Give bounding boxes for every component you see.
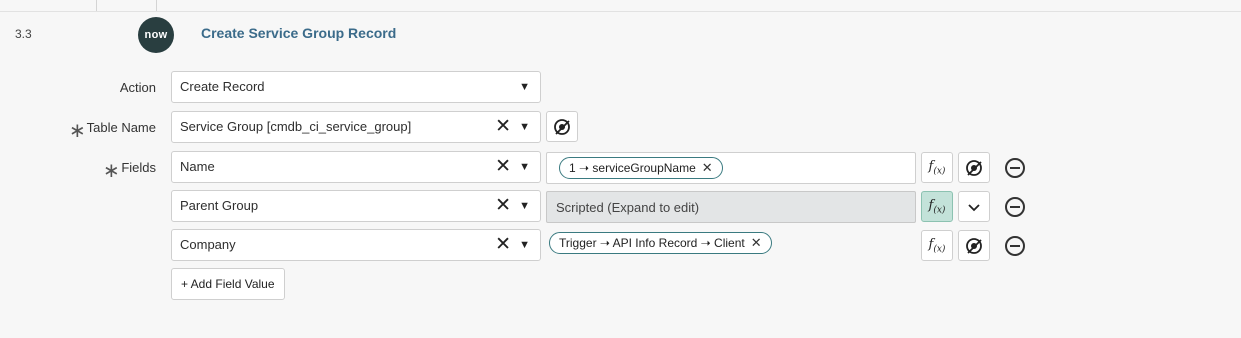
add-field-value-button[interactable]: + Add Field Value <box>171 268 285 300</box>
table-name-label: Table Name <box>86 120 156 135</box>
chevron-down-icon <box>968 203 980 211</box>
field-name-select[interactable]: Company ✕ ▼ <box>171 229 541 261</box>
remove-field-button[interactable] <box>1005 158 1025 178</box>
minus-icon <box>1010 245 1020 247</box>
dropdown-caret-icon[interactable]: ▼ <box>519 199 530 213</box>
dropdown-caret-icon[interactable]: ▼ <box>519 80 530 94</box>
field-name-value: Name <box>180 159 215 174</box>
data-pill[interactable]: 1 ➝ serviceGroupName ✕ <box>559 157 723 179</box>
remove-pill-icon[interactable]: ✕ <box>702 160 713 176</box>
action-select[interactable]: Create Record ▼ <box>171 71 541 103</box>
fx-icon: f(x) <box>928 236 946 255</box>
data-pill-label: Trigger ➝ API Info Record ➝ Client <box>559 236 745 250</box>
field-name-select[interactable]: Parent Group ✕ ▼ <box>171 190 541 222</box>
top-divider-tick <box>96 0 97 11</box>
table-name-select[interactable]: Service Group [cmdb_ci_service_group] ✕ … <box>171 111 541 143</box>
data-pill[interactable]: Trigger ➝ API Info Record ➝ Client ✕ <box>549 232 772 254</box>
remove-field-button[interactable] <box>1005 236 1025 256</box>
data-pill-label: 1 ➝ serviceGroupName <box>569 161 696 175</box>
remove-pill-icon[interactable]: ✕ <box>751 235 762 251</box>
data-pill-picker-icon <box>966 159 982 176</box>
field-name-value: Parent Group <box>180 198 259 213</box>
action-label: Action <box>119 80 156 95</box>
data-pill-picker-button[interactable] <box>546 111 578 142</box>
field-name-select[interactable]: Name ✕ ▼ <box>171 151 541 183</box>
top-divider <box>0 11 1241 12</box>
remove-field-button[interactable] <box>1005 197 1025 217</box>
field-name-value: Company <box>180 237 236 252</box>
top-divider-tick <box>156 0 157 11</box>
clear-icon[interactable]: ✕ <box>495 235 511 255</box>
script-toggle-button[interactable]: f(x) <box>921 191 953 222</box>
table-name-value: Service Group [cmdb_ci_service_group] <box>180 119 412 134</box>
data-pill-picker-icon <box>966 237 982 254</box>
script-toggle-button[interactable]: f(x) <box>921 230 953 261</box>
data-pill-picker-button[interactable] <box>958 152 990 183</box>
fx-icon: f(x) <box>928 158 946 177</box>
field-value-input[interactable]: Trigger ➝ API Info Record ➝ Client ✕ <box>546 230 916 262</box>
minus-icon <box>1010 167 1020 169</box>
step-title[interactable]: Create Service Group Record <box>201 25 396 41</box>
field-value-input[interactable]: Scripted (Expand to edit) <box>546 191 916 223</box>
clear-icon[interactable]: ✕ <box>495 117 511 137</box>
dropdown-caret-icon[interactable]: ▼ <box>519 238 530 252</box>
data-pill-picker-icon <box>554 118 570 135</box>
required-asterisk-icon: ∗ <box>103 160 120 182</box>
fields-label: Fields <box>121 160 156 175</box>
fx-icon: f(x) <box>928 197 946 216</box>
clear-icon[interactable]: ✕ <box>495 196 511 216</box>
script-toggle-button[interactable]: f(x) <box>921 152 953 183</box>
field-value-input[interactable]: 1 ➝ serviceGroupName ✕ <box>546 152 916 184</box>
data-pill-picker-button[interactable] <box>958 230 990 261</box>
dropdown-caret-icon[interactable]: ▼ <box>519 120 530 134</box>
dropdown-caret-icon[interactable]: ▼ <box>519 160 530 174</box>
minus-icon <box>1010 206 1020 208</box>
clear-icon[interactable]: ✕ <box>495 157 511 177</box>
scripted-value-text: Scripted (Expand to edit) <box>556 200 700 215</box>
servicenow-logo: now <box>138 17 174 53</box>
step-number: 3.3 <box>15 27 32 41</box>
action-select-value: Create Record <box>180 79 265 94</box>
required-asterisk-icon: ∗ <box>69 120 86 142</box>
expand-script-button[interactable] <box>958 191 990 222</box>
